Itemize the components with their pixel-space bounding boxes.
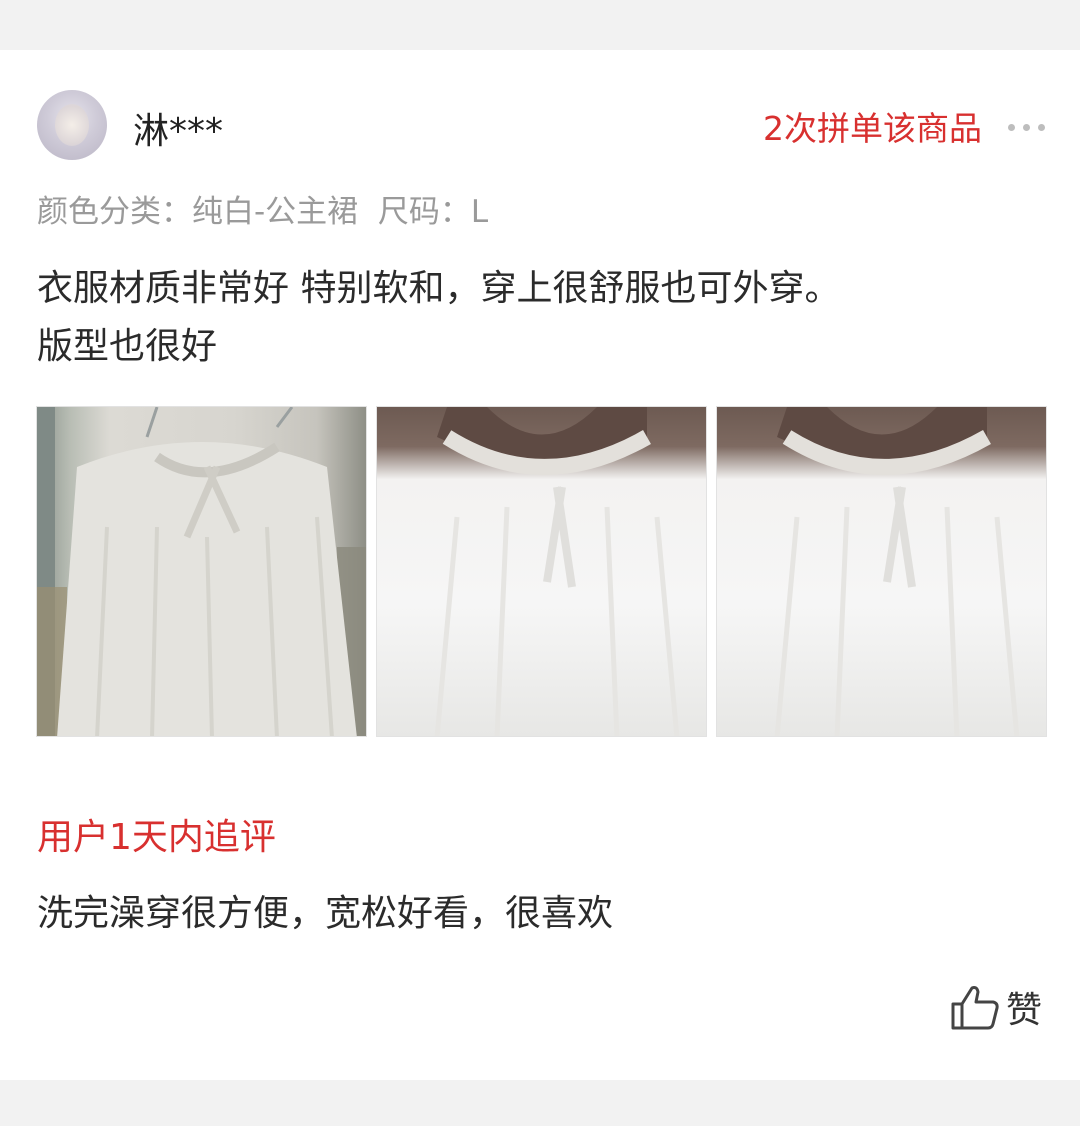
review-photo-2[interactable] bbox=[376, 406, 707, 737]
review-comment: 衣服材质非常好 特别软和，穿上很舒服也可外穿。 版型也很好 bbox=[37, 260, 1047, 376]
avatar[interactable] bbox=[37, 90, 107, 160]
review-comment-line-1: 衣服材质非常好 特别软和，穿上很舒服也可外穿。 bbox=[37, 268, 841, 309]
hanging-dress-image bbox=[37, 407, 366, 736]
username[interactable]: 淋*** bbox=[133, 102, 223, 154]
review-photos bbox=[36, 406, 1048, 738]
more-dots-icon[interactable] bbox=[1006, 122, 1046, 132]
worn-dress-image bbox=[434, 407, 680, 736]
review-card: 淋*** 2次拼单该商品 颜色分类：纯白-公主裙 尺码：L 衣服材质非常好 特别… bbox=[0, 50, 1080, 1080]
review-photo-3[interactable] bbox=[716, 406, 1047, 737]
sku-info: 颜色分类：纯白-公主裙 尺码：L bbox=[37, 194, 489, 230]
like-button[interactable]: 赞 bbox=[950, 982, 1042, 1032]
followup-title: 用户1天内追评 bbox=[37, 817, 276, 858]
repeat-purchase-badge: 2次拼单该商品 bbox=[763, 109, 982, 148]
like-label: 赞 bbox=[1005, 990, 1042, 1031]
avatar-face bbox=[55, 104, 89, 146]
review-comment-line-2: 版型也很好 bbox=[37, 326, 218, 367]
thumbs-up-icon bbox=[951, 986, 999, 1030]
review-photo-1[interactable] bbox=[36, 406, 367, 737]
followup-text: 洗完澡穿很方便，宽松好看，很喜欢 bbox=[37, 893, 614, 934]
worn-dress-image-duplicate bbox=[774, 407, 1020, 736]
